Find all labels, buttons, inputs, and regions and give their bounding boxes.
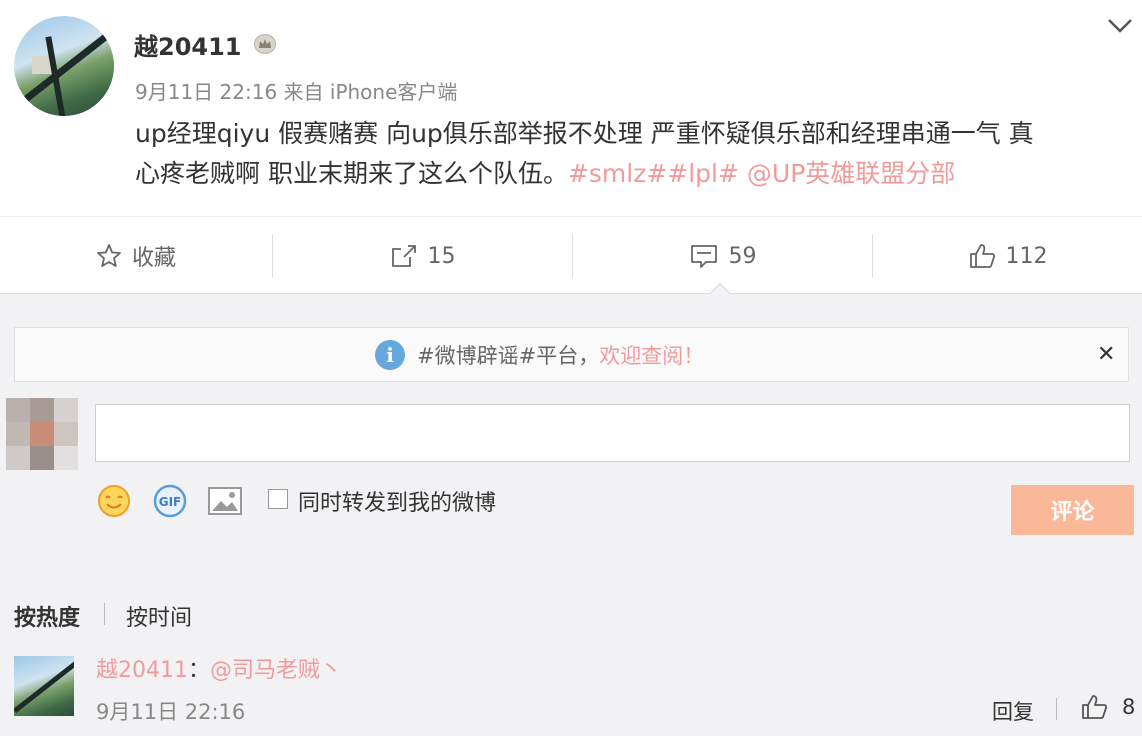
action-bar: 收藏 15 59 112 — [0, 216, 1142, 294]
repost-label[interactable]: 同时转发到我的微博 — [298, 485, 496, 517]
repost-checkbox[interactable] — [268, 489, 288, 509]
notice-content: i #微博辟谣#平台， 欢迎查阅！ — [375, 340, 704, 370]
comment-button[interactable]: 59 — [573, 217, 872, 295]
hashtag-link[interactable]: #smlz##lpl# — [568, 159, 739, 188]
gif-icon[interactable]: GIF — [152, 484, 188, 518]
close-icon[interactable]: ✕ — [1097, 342, 1115, 367]
emoji-icon[interactable] — [96, 484, 132, 518]
post-username[interactable]: 越20411 — [134, 27, 242, 62]
repost-button[interactable]: 15 — [273, 217, 572, 295]
notice-link[interactable]: 欢迎查阅！ — [599, 340, 704, 370]
comment-colon: ： — [188, 658, 211, 683]
image-icon[interactable] — [207, 484, 243, 518]
divider — [104, 603, 105, 625]
notice-text: #微博辟谣#平台， — [417, 344, 600, 368]
favorite-button[interactable]: 收藏 — [0, 217, 272, 295]
repost-count: 15 — [427, 243, 456, 269]
submit-comment-button[interactable]: 评论 — [1011, 485, 1134, 535]
avatar[interactable] — [14, 16, 114, 116]
weibo-post: 越20411 9月11日 22:16 来自 iPhone客户端 up经理qiyu… — [0, 0, 1142, 216]
comment-avatar[interactable] — [14, 656, 74, 716]
reply-button[interactable]: 回复 — [992, 696, 1034, 726]
comment-mention-link[interactable]: @司马老贼丶 — [210, 658, 342, 683]
svg-text:GIF: GIF — [159, 495, 182, 509]
comment-text: 越20411：@司马老贼丶 — [96, 652, 342, 684]
comment-icon — [690, 245, 717, 268]
thumbs-up-icon — [1082, 695, 1108, 719]
post-source: 来自 iPhone客户端 — [283, 80, 458, 104]
like-button[interactable]: 112 — [873, 217, 1142, 295]
comment-input[interactable] — [95, 404, 1130, 462]
mention-link[interactable]: @UP英雄联盟分部 — [747, 159, 955, 188]
post-text-line2-wrap: 心疼老贼啊 职业末期来了这么个队伍。#smlz##lpl# @UP英雄联盟分部 — [135, 154, 1125, 194]
info-icon: i — [375, 340, 405, 370]
sort-by-hot-tab[interactable]: 按热度 — [14, 600, 80, 632]
comment-time: 9月11日 22:16 — [96, 700, 246, 724]
comment-like-button[interactable]: 8 — [1080, 694, 1135, 720]
comment-username[interactable]: 越20411 — [96, 658, 188, 683]
post-text-line2: 心疼老贼啊 职业末期来了这么个队伍。 — [135, 159, 568, 188]
star-icon — [97, 244, 121, 267]
thumbs-up-icon — [969, 244, 995, 268]
post-time[interactable]: 9月11日 22:16 — [135, 80, 277, 104]
current-user-avatar — [6, 398, 78, 470]
share-icon — [391, 245, 416, 267]
rumor-notice-banner: i #微博辟谣#平台， 欢迎查阅！ ✕ — [14, 327, 1129, 382]
divider — [1056, 698, 1057, 720]
favorite-label: 收藏 — [131, 246, 176, 271]
chevron-down-icon[interactable] — [1106, 16, 1134, 36]
post-text: up经理qiyu 假赛赌赛 向up俱乐部举报不处理 严重怀疑俱乐部和经理串通一气… — [135, 114, 1125, 194]
comment-like-count: 8 — [1122, 695, 1136, 719]
sort-by-time-tab[interactable]: 按时间 — [126, 600, 192, 632]
post-meta: 9月11日 22:16 来自 iPhone客户端 — [135, 76, 457, 105]
like-count: 112 — [1005, 243, 1048, 269]
post-text-line1: up经理qiyu 假赛赌赛 向up俱乐部举报不处理 严重怀疑俱乐部和经理串通一气… — [135, 119, 1034, 148]
comment-count: 59 — [728, 243, 757, 269]
crown-icon[interactable] — [254, 34, 276, 54]
